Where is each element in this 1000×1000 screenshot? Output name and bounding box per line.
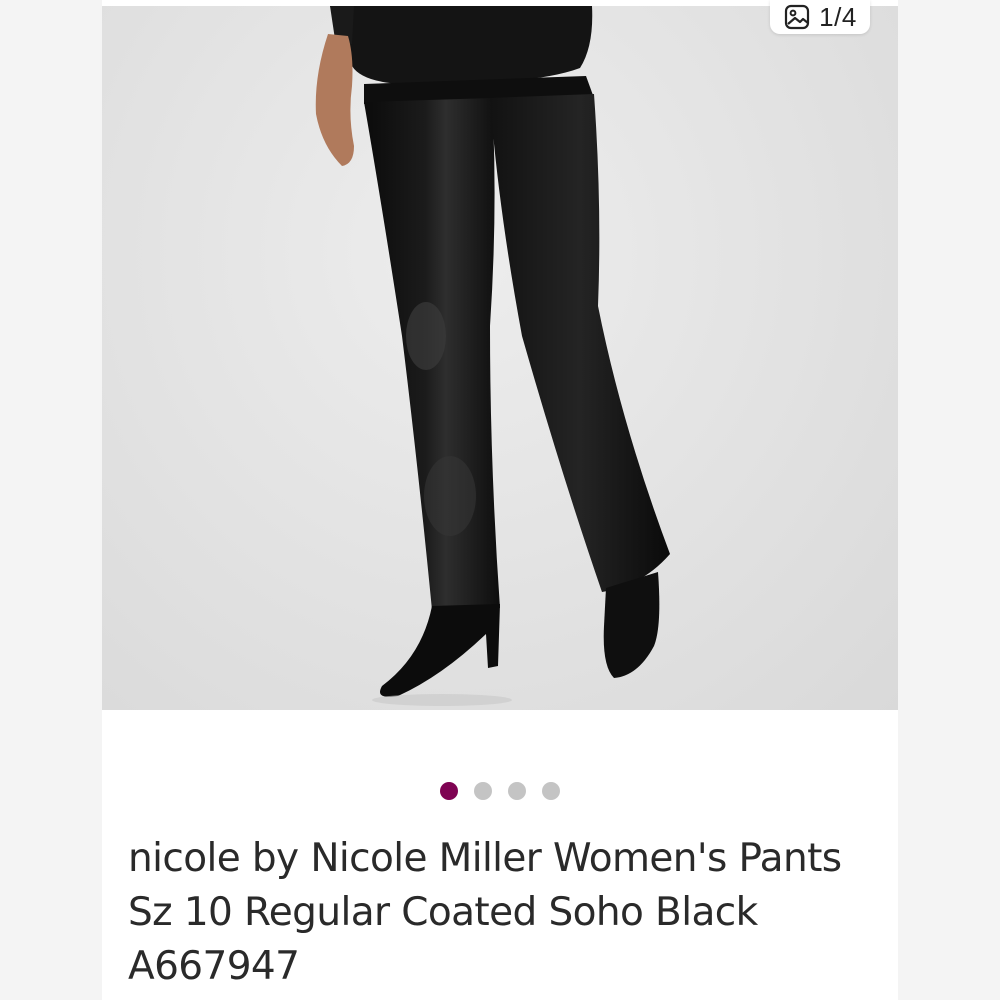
carousel-dot-4[interactable] <box>542 782 560 800</box>
listing-title: nicole by Nicole Miller Women's Pants Sz… <box>128 836 842 989</box>
image-counter-text: 1/4 <box>819 1 857 32</box>
carousel-dot-1[interactable] <box>440 782 458 800</box>
listing-card: 1/4 nicole by Nicole Miller Women's Pant… <box>102 0 898 1000</box>
image-icon <box>783 3 811 31</box>
carousel-dot-3[interactable] <box>508 782 526 800</box>
carousel-dot-2[interactable] <box>474 782 492 800</box>
image-counter-badge: 1/4 <box>770 0 870 34</box>
product-photo-illustration <box>315 6 670 706</box>
carousel-pagination <box>102 782 898 800</box>
product-photo[interactable] <box>102 6 898 710</box>
